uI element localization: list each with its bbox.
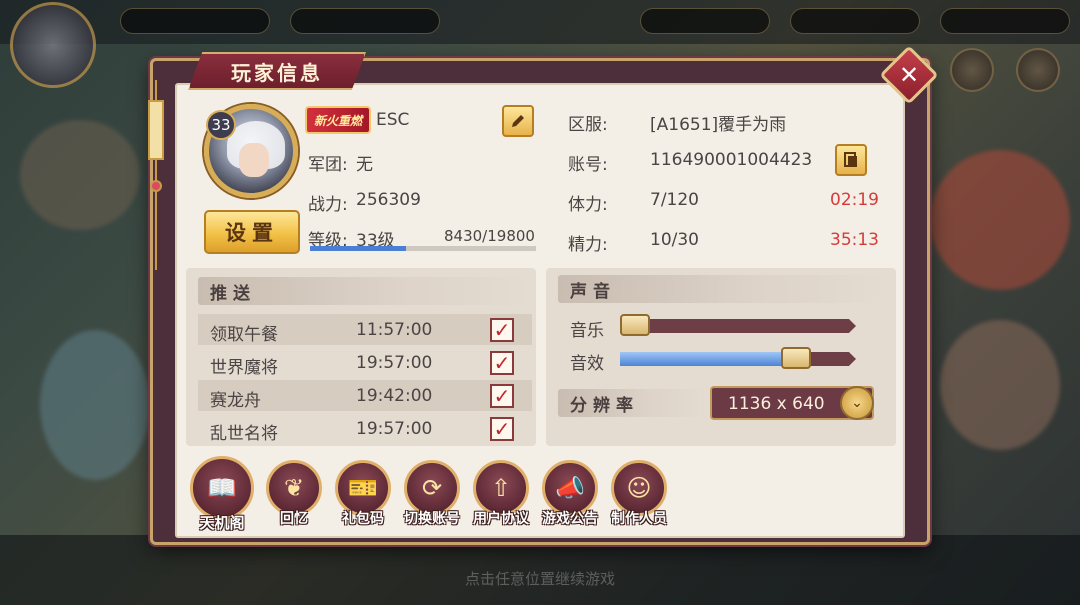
bottom-button-label: 制作人员 (611, 511, 667, 527)
stamina-label: 体力: (568, 195, 608, 215)
bottom-button-tianji[interactable]: 📖 天机阁 (190, 456, 254, 532)
background-resource-bar (290, 8, 440, 34)
edit-name-button[interactable] (502, 105, 534, 137)
level-badge: 33 (206, 110, 236, 140)
background-resource-bar (640, 8, 770, 34)
push-item-time: 19:57:00 (356, 419, 433, 439)
effect-slider-thumb[interactable] (780, 347, 811, 369)
bottom-button-credits[interactable]: ☺ 制作人员 (609, 460, 669, 532)
check-icon: ✓ (493, 417, 511, 441)
push-checkbox[interactable]: ✓ (490, 351, 514, 375)
copy-icon (844, 152, 857, 167)
account-label: 账号: (568, 155, 608, 175)
resolution-select[interactable]: 1136 x 640 ⌄ (710, 386, 874, 420)
close-icon: ✕ (898, 60, 920, 89)
sound-section-title: 声音 (558, 275, 888, 303)
check-icon: ✓ (493, 318, 511, 342)
server-value: [A1651]覆手为雨 (650, 115, 787, 135)
music-slider-thumb[interactable] (620, 314, 650, 336)
panel-title-tab: 玩家信息 (188, 52, 366, 90)
server-label: 区服: (568, 115, 608, 135)
check-icon: ✓ (493, 384, 511, 408)
background-decoration (20, 120, 140, 230)
background-menu-icon (950, 48, 994, 92)
push-item-name: 领取午餐 (210, 325, 278, 345)
push-checkbox[interactable]: ✓ (490, 318, 514, 342)
push-item-name: 赛龙舟 (210, 391, 261, 411)
background-avatar (10, 2, 96, 88)
effect-label: 音效 (570, 354, 604, 374)
effect-slider[interactable] (620, 352, 856, 366)
guild-value: 无 (356, 155, 373, 175)
check-icon: ✓ (493, 351, 511, 375)
push-checkbox[interactable]: ✓ (490, 417, 514, 441)
music-slider[interactable] (620, 319, 856, 333)
power-value: 256309 (356, 190, 421, 210)
book-icon: 📖 (190, 456, 254, 520)
stamina-value: 7/120 (650, 190, 699, 210)
bottom-button-switch-account[interactable]: ⟳ 切换账号 (402, 460, 462, 532)
background-resource-bar (120, 8, 270, 34)
power-label: 战力: (308, 195, 348, 215)
exp-text: 8430/19800 (444, 227, 535, 245)
bottom-button-memory[interactable]: ❦ 回忆 (264, 460, 324, 532)
push-item-name: 世界魔将 (210, 358, 278, 378)
background-decoration (40, 330, 150, 480)
energy-value: 10/30 (650, 230, 699, 250)
background-menu-icon (1016, 48, 1060, 92)
background-decoration (930, 150, 1070, 290)
exp-bar-fill (310, 246, 407, 251)
music-label: 音乐 (570, 321, 604, 341)
background-decoration (940, 320, 1060, 450)
energy-timer: 35:13 (830, 230, 879, 250)
pencil-icon (512, 115, 524, 127)
copy-account-button[interactable] (835, 144, 867, 176)
continue-hint: 点击任意位置继续游戏 (464, 570, 615, 588)
bottom-button-user-agreement[interactable]: ⇧ 用户协议 (471, 460, 531, 532)
effect-slider-fill (620, 352, 796, 366)
push-checkbox[interactable]: ✓ (490, 384, 514, 408)
background-resource-bar (790, 8, 920, 34)
bottom-button-gift-code[interactable]: 🎫 礼包码 (333, 460, 393, 532)
background-resource-bar (940, 8, 1070, 34)
resolution-label: 分辨率 (558, 389, 708, 417)
hanging-ornament-icon (146, 80, 166, 270)
push-item-name: 乱世名将 (210, 424, 278, 444)
player-name: ESC (376, 110, 410, 130)
panel-title: 玩家信息 (231, 60, 323, 85)
push-section-title: 推送 (198, 277, 532, 305)
energy-label: 精力: (568, 235, 608, 255)
account-value: 116490001004423 (650, 150, 813, 170)
chevron-down-icon: ⌄ (840, 386, 874, 420)
title-badge: 新火重燃 (305, 106, 371, 134)
push-item-time: 19:57:00 (356, 353, 433, 373)
push-item-time: 19:42:00 (356, 386, 433, 406)
push-item-time: 11:57:00 (356, 320, 433, 340)
settings-button[interactable]: 设置 (204, 210, 300, 254)
exp-bar (310, 246, 536, 251)
guild-label: 军团: (308, 155, 348, 175)
resolution-value: 1136 x 640 (728, 394, 825, 414)
bottom-button-announcement[interactable]: 📣 游戏公告 (540, 460, 600, 532)
stamina-timer: 02:19 (830, 190, 879, 210)
